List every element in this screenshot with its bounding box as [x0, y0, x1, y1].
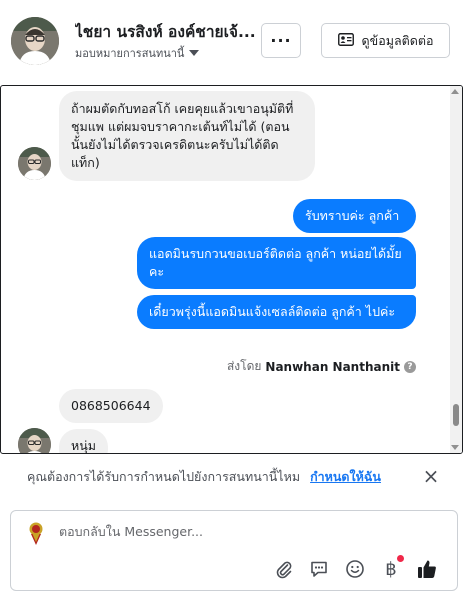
conversation-header: ไชยา นรสิงห์ องค์ชายเจ้... มอบหมายการสนท… — [0, 0, 469, 84]
scroll-up-arrow-icon[interactable] — [451, 89, 459, 94]
message-incoming: 0868506644 — [59, 389, 163, 423]
more-options-button[interactable]: ··· — [261, 23, 301, 58]
message-outgoing: รับทราบค่ะ ลูกค้า — [293, 199, 416, 233]
paperclip-icon[interactable] — [273, 558, 295, 580]
message-outgoing: แอดมินรบกวนขอเบอร์ติดต่อ ลูกค้า หน่อยได้… — [137, 237, 416, 289]
message-thread[interactable]: ถ้าผมตัดกับทอสโก้ เคยคุยแล้วเขาอนุมัติที… — [0, 85, 463, 454]
thumbs-up-icon[interactable] — [416, 558, 438, 580]
scroll-down-arrow-icon[interactable] — [451, 445, 459, 450]
assignment-notice: คุณต้องการได้รับการกำหนดไปยังการสนทนานี้… — [0, 456, 469, 496]
sender-avatar — [18, 147, 51, 180]
contact-avatar[interactable] — [11, 17, 59, 65]
sent-by-name: Nanwhan Nanthanit — [265, 359, 400, 374]
reply-composer: ฿ — [10, 510, 458, 591]
close-icon[interactable]: × — [421, 464, 441, 488]
assignment-notice-text: คุณต้องการได้รับการกำหนดไปยังการสนทนานี้… — [27, 467, 381, 487]
contact-card-icon — [337, 32, 354, 49]
baht-glyph: ฿ — [385, 558, 397, 580]
message-incoming: ถ้าผมตัดกับทอสโก้ เคยคุยแล้วเขาอนุมัติที… — [59, 91, 315, 181]
message-incoming: หนุ่ม — [59, 429, 109, 453]
assign-conversation-dropdown[interactable]: มอบหมายการสนทนานี้ — [75, 44, 200, 62]
baht-icon[interactable]: ฿ — [380, 555, 404, 580]
scrollbar-thumb[interactable] — [453, 404, 459, 426]
assignment-question: คุณต้องการได้รับการกำหนดไปยังการสนทนานี้… — [27, 469, 301, 484]
notification-dot — [397, 555, 404, 562]
reply-input[interactable] — [59, 524, 439, 539]
messenger-inbox-panel: ไชยา นรสิงห์ องค์ชายเจ้... มอบหมายการสนท… — [0, 0, 469, 594]
sender-avatar — [18, 428, 51, 453]
message-outgoing: เดี๋ยวพรุ่งนี้แอดมินแจ้งเซลล์ติดต่อ ลูกค… — [137, 295, 416, 329]
caret-down-icon — [189, 50, 200, 56]
contact-name: ไชยา นรสิงห์ องค์ชายเจ้... — [75, 23, 256, 41]
info-icon[interactable]: ? — [404, 360, 416, 373]
view-contact-button[interactable]: ดูข้อมูลติดต่อ — [321, 23, 450, 58]
assign-to-me-link[interactable]: กำหนดให้ฉัน — [310, 469, 381, 484]
sent-by-info: ส่งโดย Nanwhan Nanthanit ? — [227, 357, 416, 376]
page-avatar — [22, 519, 50, 547]
view-contact-label: ดูข้อมูลติดต่อ — [361, 32, 434, 48]
scrollbar[interactable] — [450, 86, 462, 453]
sent-by-prefix: ส่งโดย — [226, 359, 262, 373]
chat-bubble-icon[interactable] — [308, 558, 330, 580]
assign-conversation-label: มอบหมายการสนทนานี้ — [75, 47, 185, 60]
smiley-icon[interactable] — [344, 558, 366, 580]
